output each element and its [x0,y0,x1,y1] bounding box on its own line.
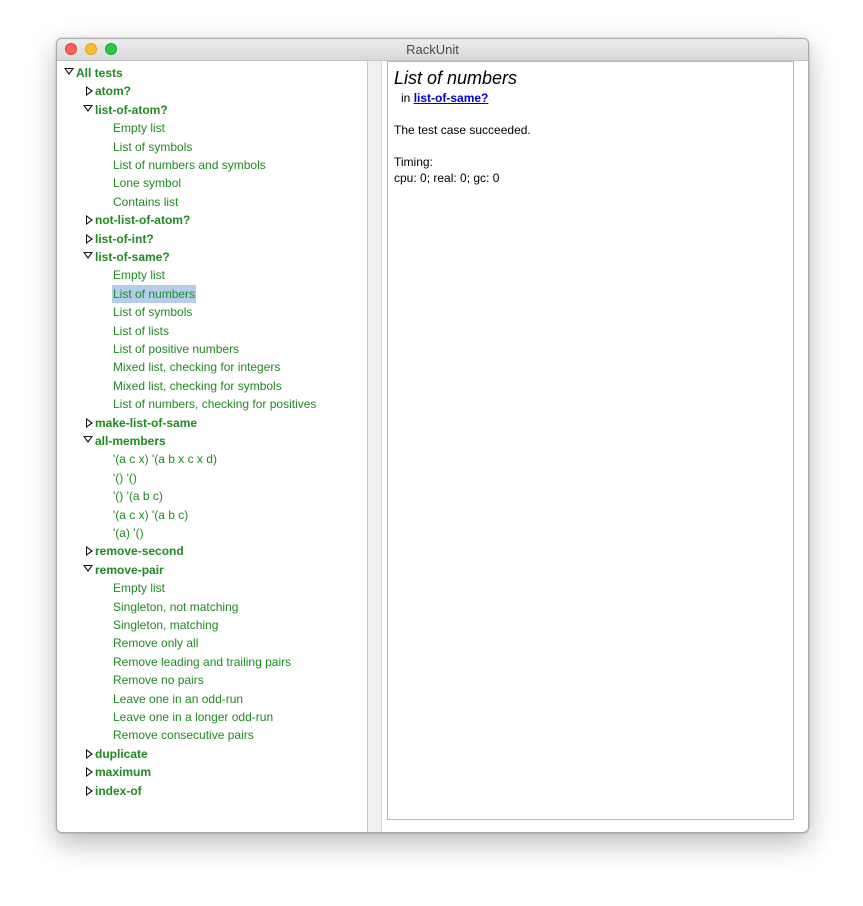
detail-panel: List of numbers in list-of-same? The tes… [387,61,794,820]
collapsed-triangle-icon[interactable] [86,417,93,428]
node-label: list-of-same? [95,250,170,264]
collapsed-triangle-icon[interactable] [86,233,93,244]
expanded-triangle-icon[interactable] [83,436,93,443]
collapsed-triangle-icon[interactable] [86,215,93,226]
expanded-triangle-icon[interactable] [83,252,93,259]
node-label: '() '() [113,470,137,485]
node-label: Remove no pairs [113,673,204,688]
node-label: '(a c x) '(a b x c x d) [113,452,217,467]
test-case-title: List of numbers [394,68,518,88]
node-label: make-list-of-same [95,415,198,430]
collapsed-triangle-icon[interactable] [86,546,93,557]
node-label: remove-pair [95,562,164,577]
node-label: Empty list [113,268,166,283]
node-label: List of numbers, checking for positives [113,397,317,412]
collapsed-triangle-icon[interactable] [86,767,93,778]
selected-node-label: List of numbers [112,284,197,303]
node-label: List of numbers and symbols [113,158,266,172]
node-label: list-of-atom? [95,102,168,117]
collapsed-triangle-icon[interactable] [86,86,93,97]
expanded-triangle-icon[interactable] [83,564,93,572]
node-label: '(a c x) '(a b c) [113,507,189,522]
node-label: not-list-of-atom? [95,213,191,228]
node-label: remove-second [95,544,184,559]
node-label: maximum [95,765,152,780]
node-label: Singleton, not matching [113,599,239,614]
node-label: List of symbols [113,305,193,320]
collapsed-triangle-icon[interactable] [86,785,93,796]
result-message: The test case succeeded. [394,123,531,137]
node-label: '(a) '() [113,526,144,540]
node-label: Leave one in an odd-run [113,691,244,706]
in-prefix: in [401,91,411,105]
node-label: atom? [95,84,131,99]
node-label: Remove leading and trailing pairs [113,654,292,669]
node-label: Singleton, matching [113,618,219,632]
node-label: '() '(a b c) [113,489,163,504]
pane-splitter[interactable] [368,61,382,832]
title-bar[interactable]: RackUnit [57,39,808,61]
window-title: RackUnit [406,42,459,57]
node-label: List of positive numbers [113,342,240,356]
node-label: Contains list [113,194,179,209]
expanded-triangle-icon[interactable] [64,68,74,75]
node-label: All tests [76,66,123,80]
node-label: Leave one in a longer odd-run [113,710,274,724]
timing-values: cpu: 0; real: 0; gc: 0 [394,171,500,185]
node-label: all-members [95,434,166,448]
node-label: Remove only all [113,636,199,651]
expanded-triangle-icon[interactable] [83,104,93,112]
collapsed-triangle-icon[interactable] [86,748,93,759]
node-label: Mixed list, checking for integers [113,360,281,375]
node-label: list-of-int? [95,231,154,246]
node-label: index-of [95,783,142,798]
node-label: Empty list [113,581,166,596]
test-tree[interactable]: All tests atom? list-of-atom? Empty list Lis… [57,61,368,832]
timing-label: Timing: [394,155,433,169]
parent-suite-link[interactable]: list-of-same? [414,91,489,105]
node-label: List of symbols [113,139,193,154]
node-label: Lone symbol [113,176,182,191]
parent-suite-line: in list-of-same? [401,91,488,105]
node-label: duplicate [95,746,148,761]
node-label: Mixed list, checking for symbols [113,378,282,393]
rackunit-window: RackUnit All tests atom? list-of-atom? Empt… [56,38,809,833]
node-label: Empty list [113,121,166,136]
node-label: List of lists [113,323,170,338]
node-label: Remove consecutive pairs [113,728,254,743]
